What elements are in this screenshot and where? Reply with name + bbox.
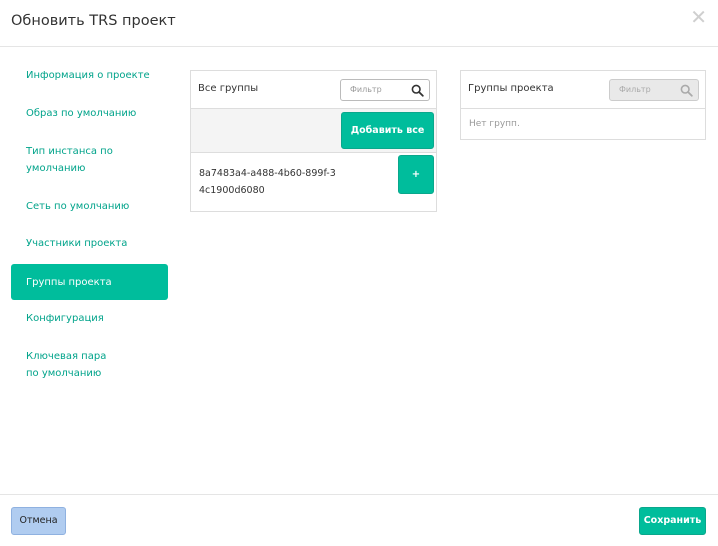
nav-item-default-flavor[interactable]: Тип инстанса по умолчанию — [11, 143, 131, 177]
nav-item-default-keypair[interactable]: Ключевая пара по умолчанию — [11, 348, 121, 382]
nav-item-default-image[interactable]: Образ по умолчанию — [11, 105, 168, 122]
add-group-button[interactable]: + — [398, 155, 434, 194]
nav-item-project-members[interactable]: Участники проекта — [11, 235, 168, 252]
cancel-button[interactable]: Отмена — [11, 507, 66, 535]
filter-placeholder: Фильтр — [619, 85, 651, 94]
close-icon[interactable]: ✕ — [690, 7, 707, 27]
nav-item-default-network[interactable]: Сеть по умолчанию — [11, 198, 168, 215]
modal-header: Обновить TRS проект ✕ — [0, 0, 718, 47]
all-groups-header: Все группы Фильтр — [191, 71, 436, 109]
add-all-bar: Добавить все — [191, 109, 436, 153]
project-groups-title: Группы проекта — [468, 83, 554, 94]
all-groups-filter-input[interactable]: Фильтр — [340, 79, 430, 101]
modal-title: Обновить TRS проект — [11, 13, 176, 29]
project-groups-panel: Группы проекта Фильтр Нет групп. — [460, 70, 706, 140]
all-groups-panel: Все группы Фильтр Добавить все 8a7483a4-… — [190, 70, 437, 212]
project-groups-header: Группы проекта Фильтр — [461, 71, 705, 109]
filter-placeholder: Фильтр — [350, 85, 382, 94]
add-all-button[interactable]: Добавить все — [341, 112, 434, 149]
no-groups-text: Нет групп. — [469, 119, 520, 129]
group-row: 8a7483a4-a488-4b60-899f-34c1900d6080 + — [191, 153, 436, 211]
update-project-modal: Обновить TRS проект ✕ Информация о проек… — [0, 0, 718, 546]
search-icon[interactable] — [411, 84, 424, 97]
search-icon — [680, 84, 693, 97]
nav-item-project-info[interactable]: Информация о проекте — [11, 67, 168, 84]
save-button[interactable]: Сохранить — [639, 507, 706, 535]
all-groups-title: Все группы — [198, 83, 259, 94]
modal-footer: Отмена Сохранить — [0, 494, 718, 546]
group-id: 8a7483a4-a488-4b60-899f-34c1900d6080 — [199, 168, 336, 196]
project-groups-filter-input[interactable]: Фильтр — [609, 79, 699, 101]
nav-item-project-groups[interactable]: Группы проекта — [11, 264, 168, 300]
nav-item-configuration[interactable]: Конфигурация — [11, 310, 168, 327]
